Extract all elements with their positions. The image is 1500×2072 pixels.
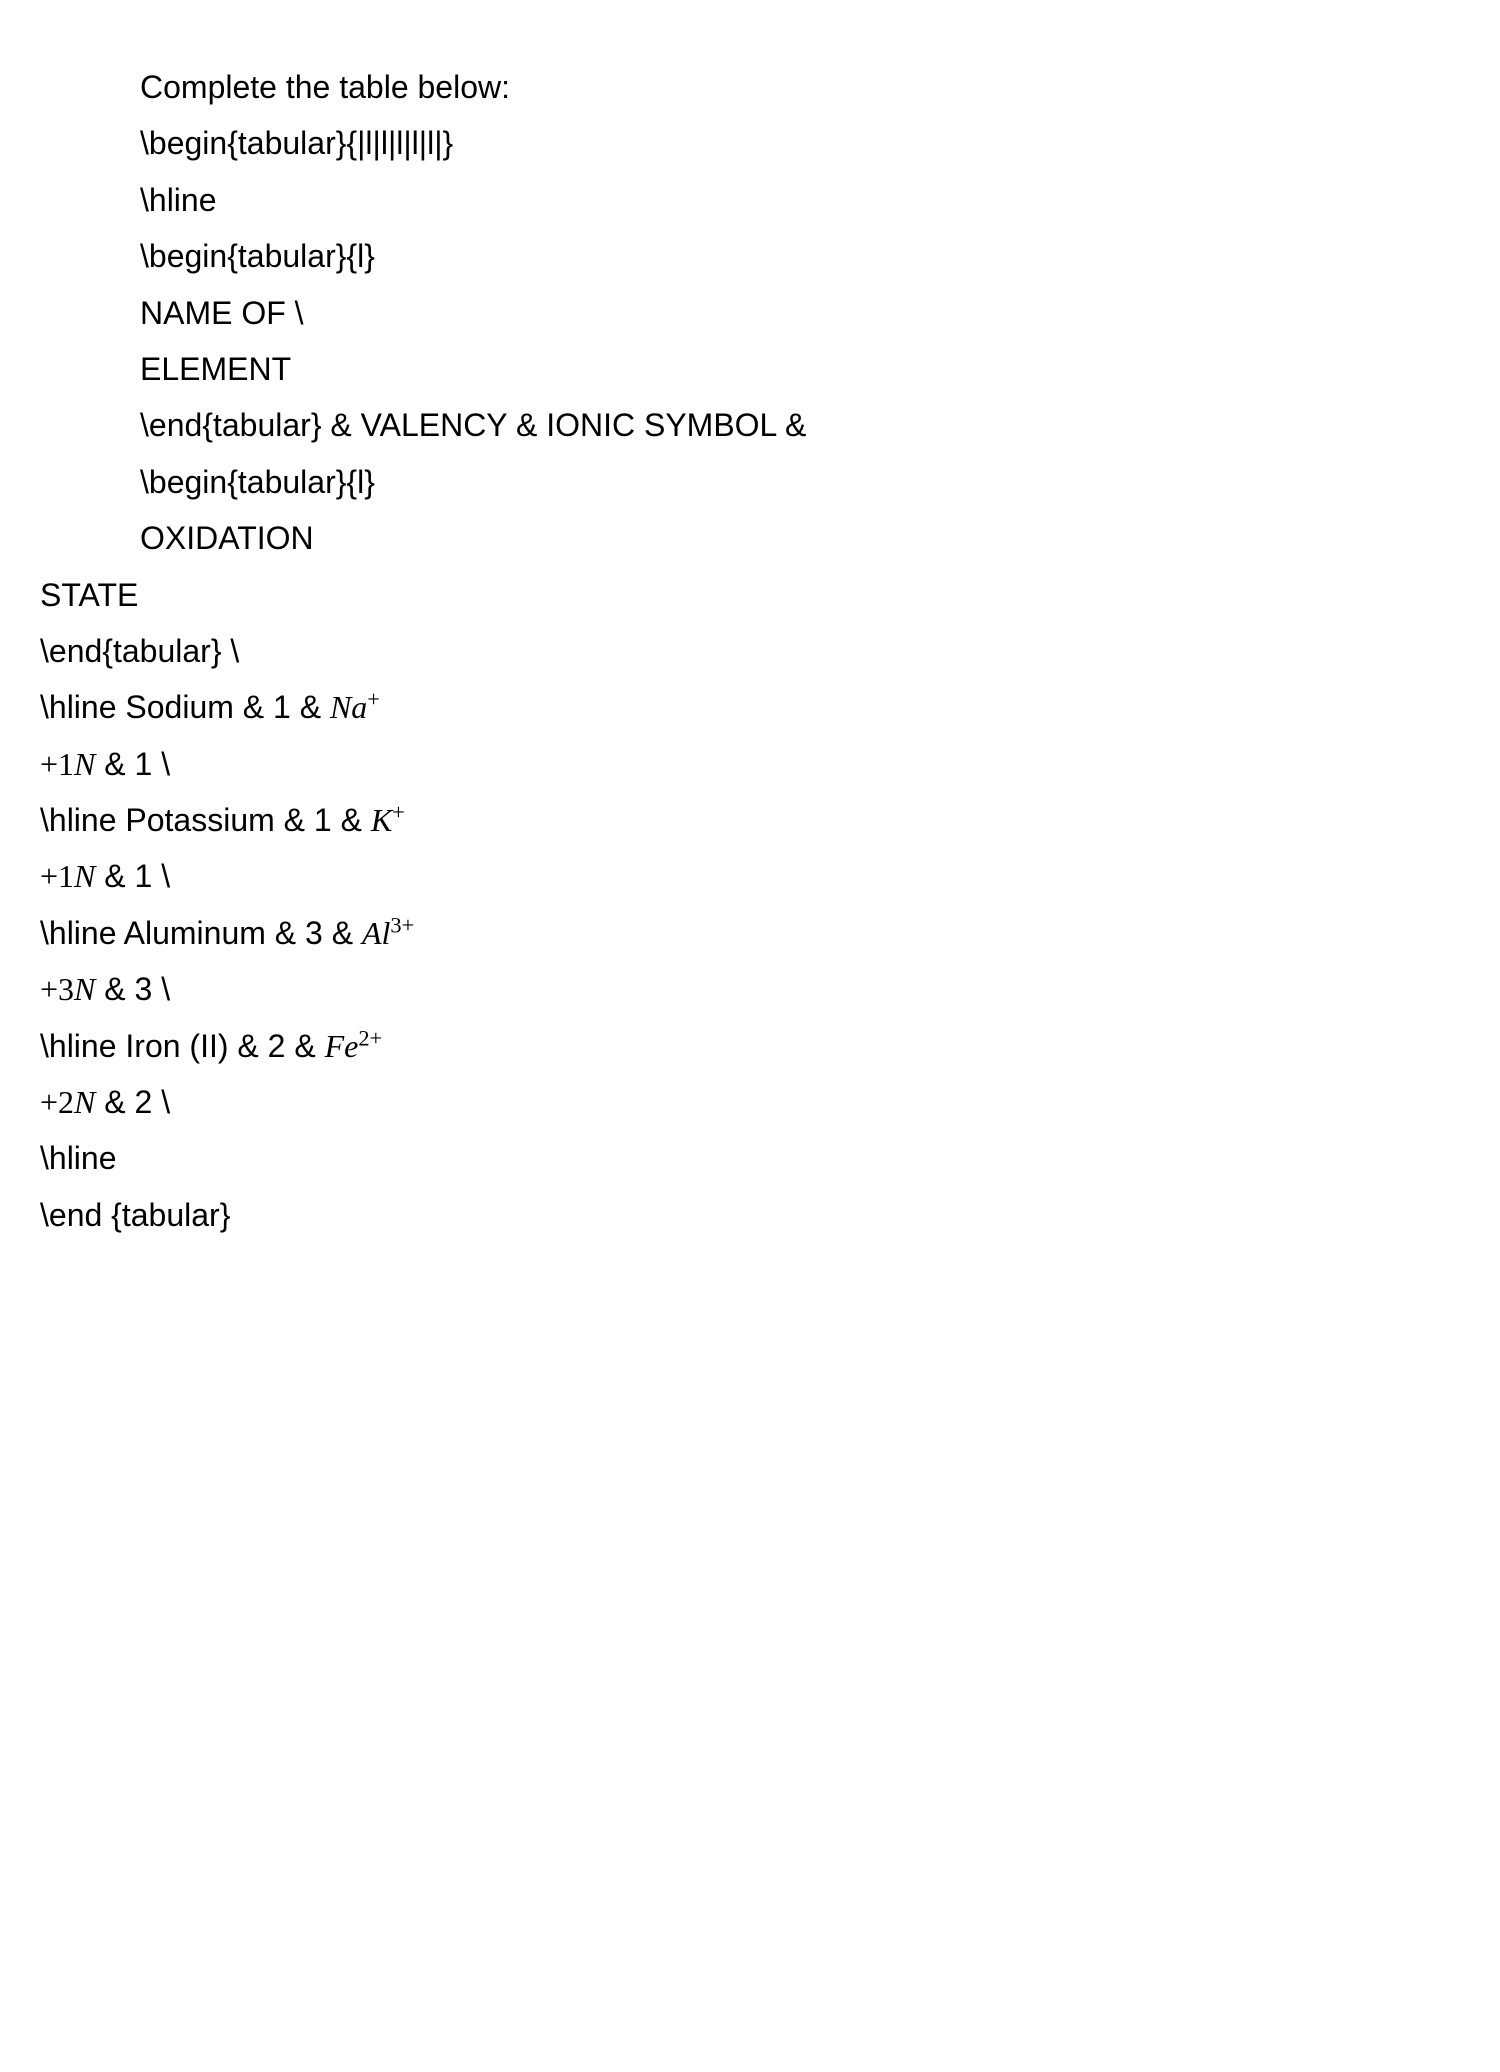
text-prefix: \hline Potassium & 1 & bbox=[40, 802, 371, 838]
math-expr: +3N bbox=[40, 971, 95, 1007]
text-prefix: \hline Sodium & 1 & bbox=[40, 689, 330, 725]
text-prefix: \hline Aluminum & 3 & bbox=[40, 915, 362, 951]
text-line: \hline Iron (II) & 2 & Fe2+ bbox=[40, 1019, 1460, 1073]
text-suffix: & 2 \ bbox=[104, 1084, 170, 1120]
text-line: \hline Aluminum & 3 & Al3+ bbox=[40, 906, 1460, 960]
text-line: \begin{tabular}{l} bbox=[140, 229, 1460, 283]
text-line: +3N & 3 \ bbox=[40, 962, 1460, 1016]
math-expr: K+ bbox=[371, 802, 405, 838]
text-line: \begin{tabular}{l} bbox=[140, 455, 1460, 509]
text-line: \hline Sodium & 1 & Na+ bbox=[40, 680, 1460, 734]
text-line: NAME OF \ bbox=[140, 286, 1460, 340]
text-line: \end {tabular} bbox=[40, 1188, 1460, 1242]
math-expr: Al3+ bbox=[362, 915, 414, 951]
text-line: +1N & 1 \ bbox=[40, 849, 1460, 903]
math-expr: +1N bbox=[40, 858, 95, 894]
text-line: \hline bbox=[140, 173, 1460, 227]
math-expr: +2N bbox=[40, 1084, 95, 1120]
text-line: ELEMENT bbox=[140, 342, 1460, 396]
text-line: OXIDATION bbox=[140, 511, 1460, 565]
text-line: \hline bbox=[40, 1131, 1460, 1185]
text-line: \hline Potassium & 1 & K+ bbox=[40, 793, 1460, 847]
text-line: \begin{tabular}{|l|l|l|l|l|} bbox=[140, 116, 1460, 170]
text-line: +1N & 1 \ bbox=[40, 737, 1460, 791]
math-expr: Fe2+ bbox=[325, 1028, 383, 1064]
text-line: +2N & 2 \ bbox=[40, 1075, 1460, 1129]
math-expr: Na+ bbox=[330, 689, 380, 725]
text-suffix: & 1 \ bbox=[104, 858, 170, 894]
text-suffix: & 1 \ bbox=[104, 746, 170, 782]
text-line: \end{tabular} & VALENCY & IONIC SYMBOL & bbox=[140, 398, 1460, 452]
text-line: Complete the table below: bbox=[140, 60, 1460, 114]
text-suffix: & 3 \ bbox=[104, 971, 170, 1007]
text-prefix: \hline Iron (II) & 2 & bbox=[40, 1028, 325, 1064]
math-expr: +1N bbox=[40, 746, 95, 782]
text-line: STATE bbox=[40, 568, 1460, 622]
text-line: \end{tabular} \ bbox=[40, 624, 1460, 678]
